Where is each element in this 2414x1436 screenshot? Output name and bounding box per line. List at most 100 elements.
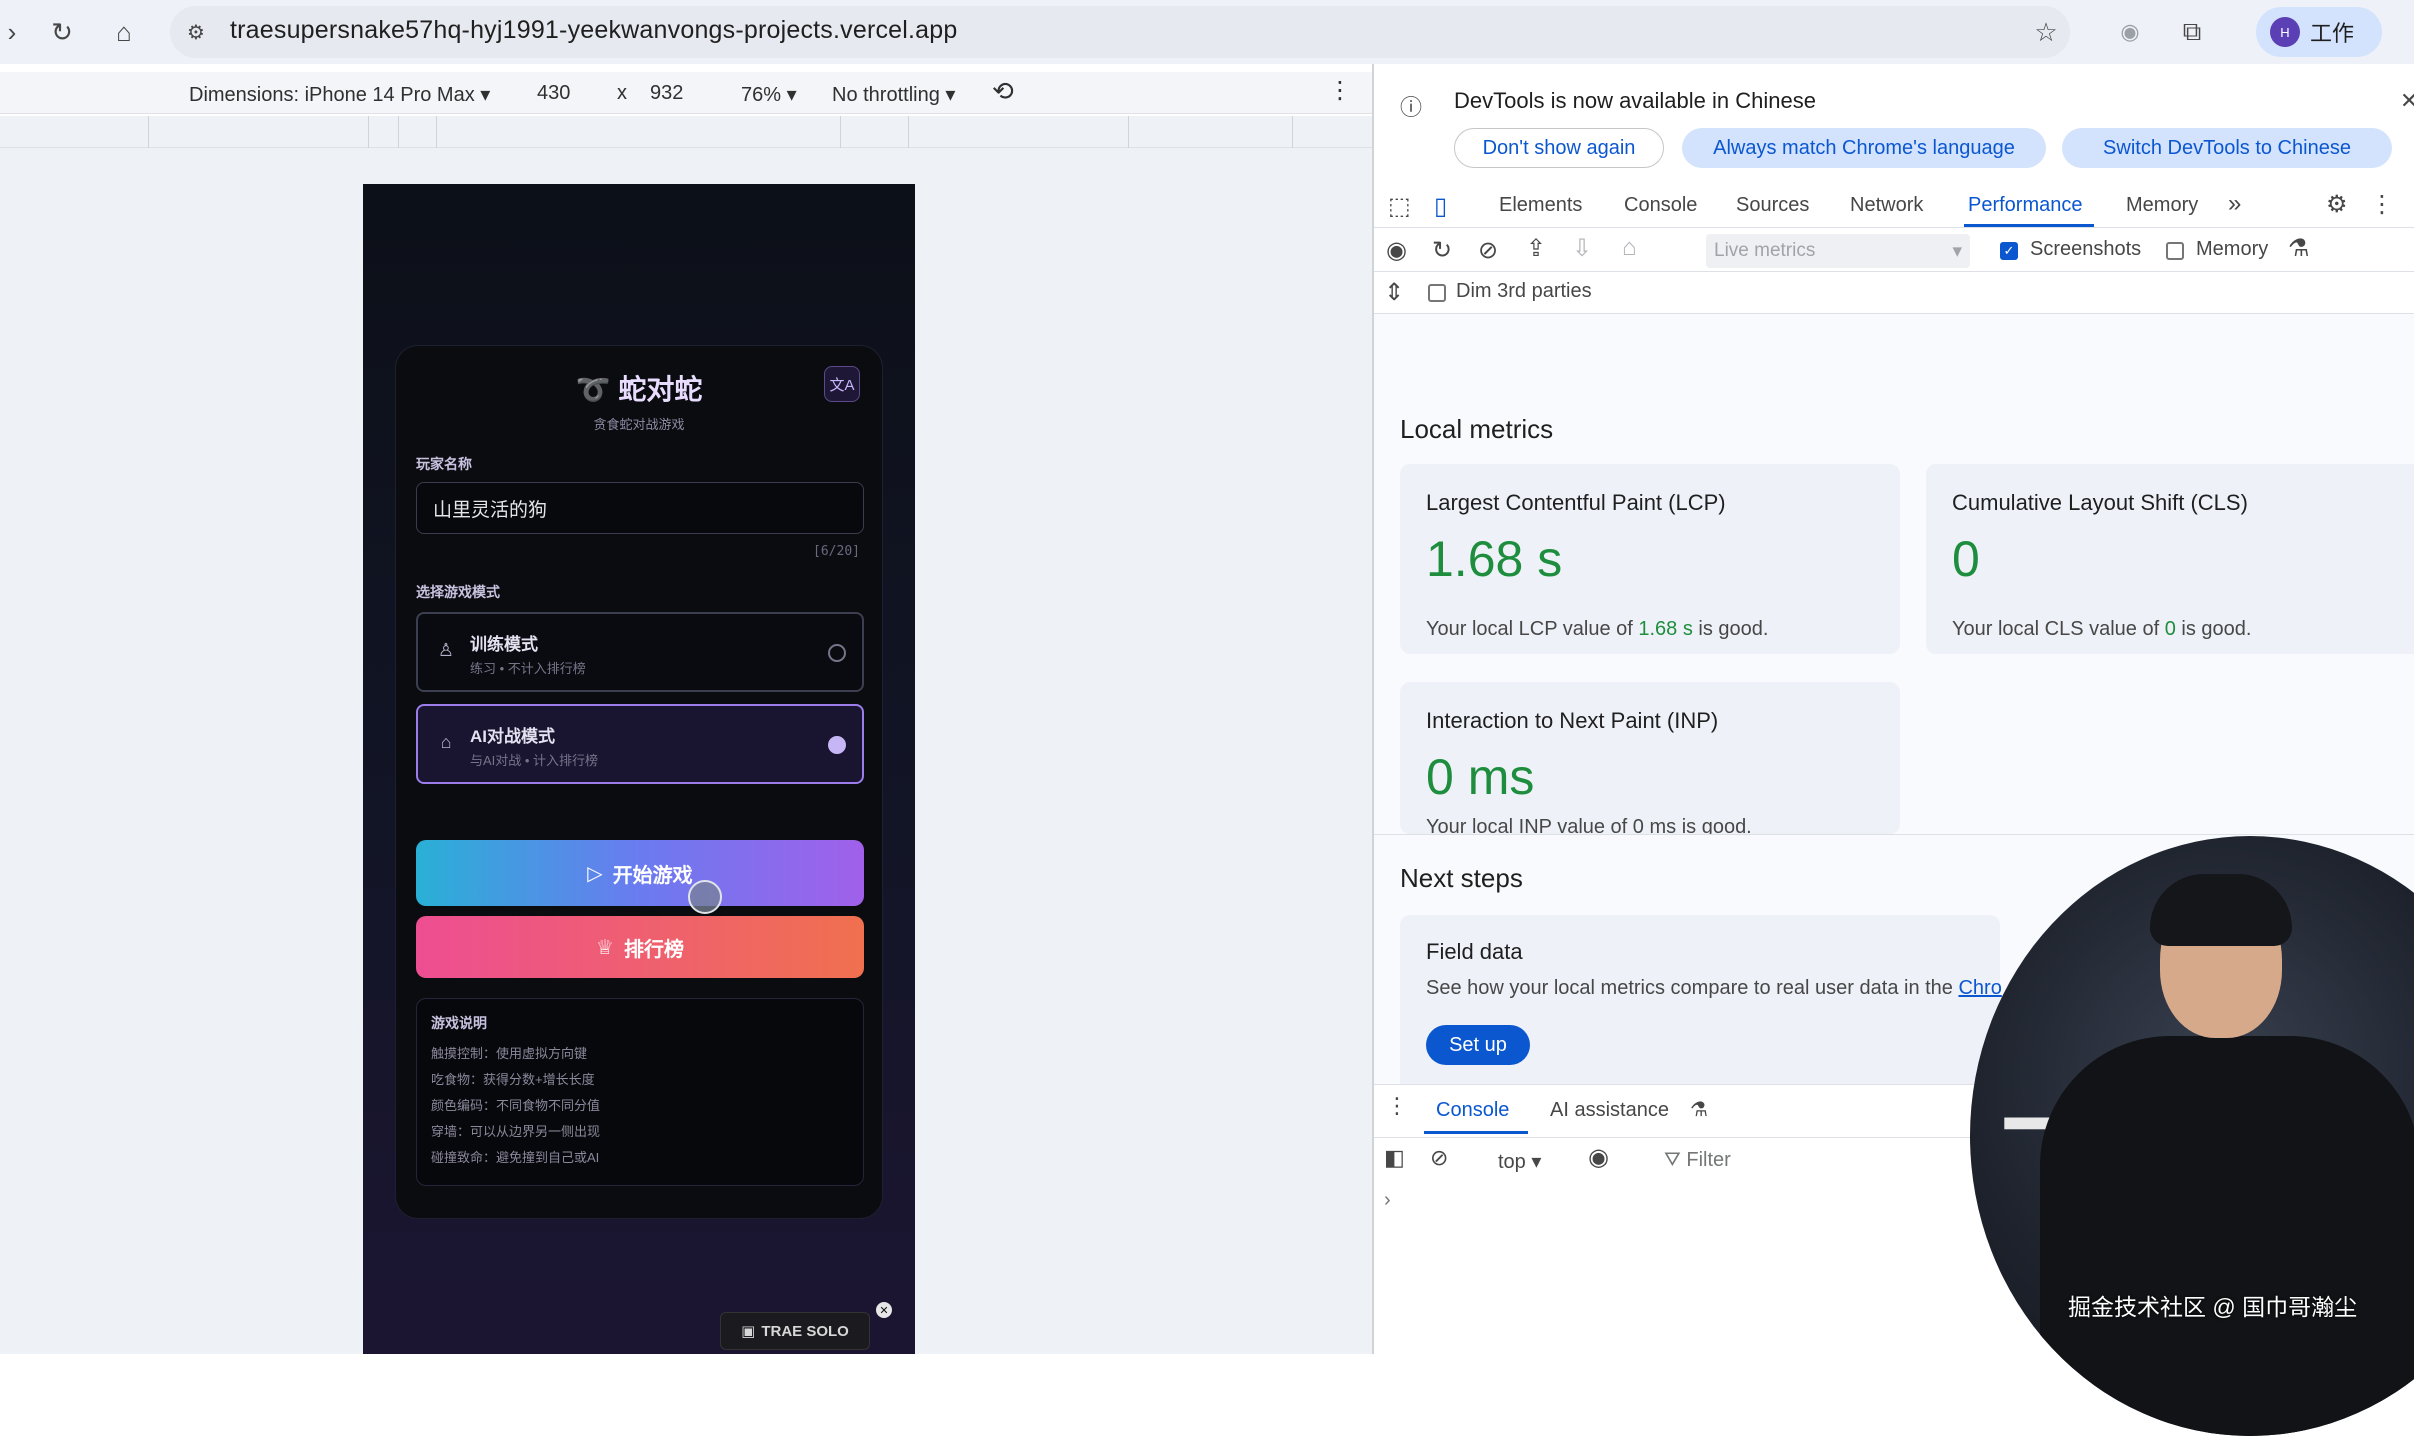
next-steps-heading: Next steps (1400, 863, 1523, 893)
reload-icon[interactable]: ↻ (44, 14, 80, 50)
extensions-puzzle-icon[interactable]: ⧉ (2174, 14, 2210, 50)
snake-logo-icon: ➰ (575, 374, 619, 405)
site-info-icon[interactable]: ⚙ (178, 14, 214, 50)
context-select[interactable]: top ▾ (1498, 1149, 1541, 1174)
dim-3rd-parties-label: Dim 3rd parties (1456, 280, 1592, 302)
setup-button[interactable]: Set up (1426, 1025, 1530, 1065)
crux-link[interactable]: Chro (1958, 977, 2001, 999)
clear-icon[interactable]: ⊘ (1478, 236, 1498, 265)
record-icon[interactable]: ◉ (1386, 236, 1407, 265)
name-char-count: [6/20] (813, 544, 860, 559)
height-input[interactable]: 932 (650, 82, 683, 105)
download-icon[interactable]: ⇩ (1572, 234, 1592, 263)
touch-cursor (688, 880, 722, 914)
leaderboard-button[interactable]: ♕ 排行榜 (416, 916, 864, 978)
mode-subtitle: 练习 • 不计入排行榜 (470, 661, 586, 676)
presenter-hair (2150, 874, 2292, 946)
lcp-title: Largest Contentful Paint (LCP) (1426, 490, 1726, 515)
inp-value: 0 ms (1426, 749, 1535, 805)
collapse-icon[interactable]: ⇕ (1384, 278, 1404, 307)
drawer-tab-console[interactable]: Console (1436, 1099, 1509, 1122)
cls-title: Cumulative Layout Shift (CLS) (1952, 490, 2248, 515)
inspect-element-icon[interactable]: ⬚ (1388, 192, 1411, 221)
extension-icon[interactable]: ◉ (2112, 14, 2148, 50)
tab-network[interactable]: Network (1850, 194, 1923, 217)
user-icon: ♙ (437, 640, 455, 660)
profile-button[interactable]: H 工作 (2256, 7, 2382, 57)
console-prompt-icon[interactable]: › (1384, 1189, 1391, 1212)
mode-label: 选择游戏模式 (416, 584, 500, 600)
inp-desc: Your local INP value of 0 ms is good. (1426, 816, 1752, 834)
rotate-icon[interactable]: ⟲ (992, 76, 1014, 107)
trae-solo-badge[interactable]: ▣ TRAE SOLO (720, 1312, 870, 1350)
presenter-body (2040, 1036, 2414, 1436)
cls-card: Cumulative Layout Shift (CLS) 0 Your loc… (1926, 464, 2414, 654)
mode-radio[interactable] (828, 736, 846, 754)
avatar: H (2270, 17, 2300, 47)
mode-radio[interactable] (828, 644, 846, 662)
tab-sources[interactable]: Sources (1736, 194, 1809, 217)
clear-console-icon[interactable]: ⊘ (1430, 1145, 1448, 1171)
player-name-input[interactable]: 山里灵活的狗 (416, 482, 864, 534)
badge-close-icon[interactable]: ✕ (876, 1302, 892, 1318)
devtools-tabbar: ⬚ ▯ Elements Console Sources Network Per… (1374, 182, 2414, 228)
media-query-ruler[interactable] (0, 116, 1372, 148)
tab-memory[interactable]: Memory (2126, 194, 2198, 217)
start-game-label: 开始游戏 (612, 864, 693, 887)
bookmark-star-icon[interactable]: ☆ (2028, 14, 2064, 50)
switch-to-chinese-button[interactable]: Switch DevTools to Chinese (2062, 128, 2392, 168)
live-metrics-panel: Local metrics Largest Contentful Paint (… (1374, 314, 2414, 834)
filter-input[interactable]: ⛛ Filter (1664, 1149, 1731, 1172)
match-language-button[interactable]: Always match Chrome's language (1682, 128, 2046, 168)
live-metrics-label: Live metrics (1714, 240, 1816, 261)
upload-icon[interactable]: ⇪ (1526, 234, 1546, 263)
mode-option-ai[interactable]: ⌂ AI对战模式 与AI对战 • 计入排行榜 (416, 704, 864, 784)
sidebar-toggle-icon[interactable]: ◧ (1384, 1145, 1405, 1171)
screenshots-checkbox[interactable]: ✓ (2000, 242, 2018, 260)
garbage-collect-icon[interactable]: ⚗ (2288, 234, 2310, 263)
performance-toolbar: ◉ ↻ ⊘ ⇪ ⇩ ⌂ Live metrics ▾ ✓ Screenshots … (1374, 230, 2414, 272)
zoom-select[interactable]: 76% ▾ (741, 82, 797, 107)
memory-checkbox[interactable] (2166, 242, 2184, 260)
translate-icon[interactable]: 文A (824, 366, 860, 402)
url-text[interactable]: traesupersnake57hq-hyj1991-yeekwanvongs-… (230, 16, 958, 45)
video-watermark: 掘金技术社区 @ 国巾哥瀚尘 (2068, 1294, 2358, 1320)
play-icon: ▷ (587, 862, 603, 885)
more-tabs-icon[interactable]: » (2228, 190, 2241, 218)
live-metrics-select[interactable]: Live metrics ▾ (1706, 234, 1970, 268)
home-trace-icon[interactable]: ⌂ (1622, 234, 1637, 262)
instruction-line: 颜色编码：不同食物不同分值 (431, 1098, 601, 1113)
drawer-active-indicator (1424, 1131, 1528, 1134)
lcp-desc: Your local LCP value of 1.68 s is good. (1426, 618, 1768, 641)
dim-3rd-parties-checkbox[interactable] (1428, 284, 1446, 302)
reload-record-icon[interactable]: ↻ (1432, 236, 1452, 265)
start-game-button[interactable]: ▷ 开始游戏 (416, 840, 864, 906)
dont-show-again-button[interactable]: Don't show again (1454, 128, 1664, 168)
lcp-desc-value: 1.68 s (1638, 618, 1693, 640)
throttle-select[interactable]: No throttling ▾ (832, 82, 955, 107)
game-instructions: 游戏说明 触摸控制：使用虚拟方向键 吃食物：获得分数+增长长度 颜色编码：不同食… (416, 998, 864, 1186)
filter-icon: ⛛ (1664, 1149, 1687, 1171)
width-input[interactable]: 430 (537, 82, 570, 105)
device-select[interactable]: Dimensions: iPhone 14 Pro Max ▾ (189, 82, 490, 107)
trophy-icon: ♕ (596, 936, 614, 959)
infobar-close-icon[interactable]: ✕ (2400, 88, 2414, 114)
drawer-tab-ai-assistance[interactable]: AI assistance (1550, 1099, 1669, 1122)
device-toggle-icon[interactable]: ▯ (1434, 192, 1447, 221)
customize-menu-icon[interactable]: ⋮ (2370, 190, 2394, 219)
more-options-icon[interactable]: ⋮ (1328, 76, 1352, 105)
forward-icon[interactable]: › (0, 14, 30, 50)
live-expression-eye-icon[interactable]: ◉ (1588, 1143, 1609, 1172)
leaderboard-label: 排行榜 (623, 938, 684, 961)
settings-gear-icon[interactable]: ⚙ (2326, 190, 2348, 219)
drawer-menu-icon[interactable]: ⋮ (1386, 1093, 1408, 1119)
performance-toolbar-secondary: ⇕ Dim 3rd parties (1374, 274, 2414, 314)
mode-option-training[interactable]: ♙ 训练模式 练习 • 不计入排行榜 (416, 612, 864, 692)
tab-elements[interactable]: Elements (1499, 194, 1582, 217)
instruction-line: 吃食物：获得分数+增长长度 (431, 1072, 595, 1087)
dimension-separator: x (617, 82, 627, 104)
instruction-line: 穿墙：可以从边界另一侧出现 (431, 1124, 601, 1139)
tab-performance[interactable]: Performance (1968, 194, 2083, 217)
home-icon[interactable]: ⌂ (106, 14, 142, 50)
tab-console[interactable]: Console (1624, 194, 1697, 217)
